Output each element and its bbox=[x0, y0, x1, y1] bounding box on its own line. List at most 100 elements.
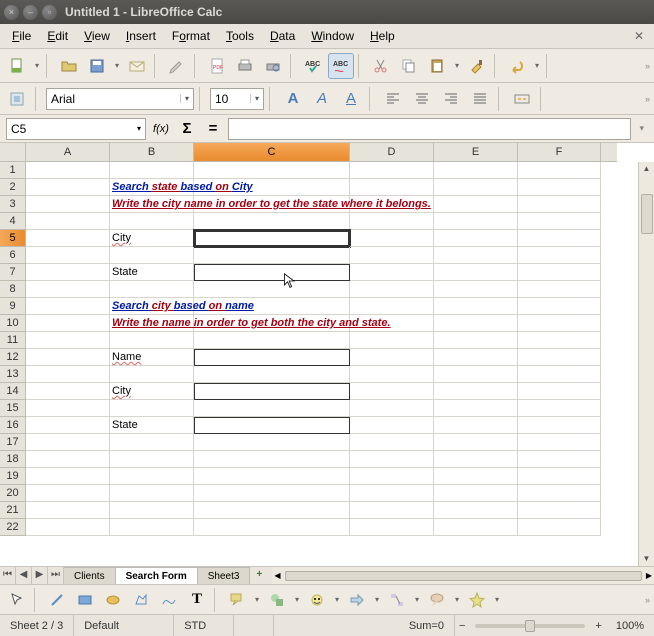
cell-E1[interactable] bbox=[434, 162, 518, 179]
bold-button[interactable]: A bbox=[280, 86, 306, 112]
cell-E18[interactable] bbox=[434, 451, 518, 468]
align-center-button[interactable] bbox=[409, 86, 435, 112]
cell-A5[interactable] bbox=[26, 230, 110, 247]
arrows-dropdown[interactable]: ▾ bbox=[372, 595, 382, 604]
cell-F11[interactable] bbox=[518, 332, 601, 349]
menu-format[interactable]: Format bbox=[164, 26, 218, 46]
cell-D12[interactable] bbox=[350, 349, 434, 366]
cell-E15[interactable] bbox=[434, 400, 518, 417]
cell-C11[interactable] bbox=[194, 332, 350, 349]
cell-B13[interactable] bbox=[110, 366, 194, 383]
vscroll-thumb[interactable] bbox=[641, 194, 653, 234]
cell-E10[interactable] bbox=[434, 315, 518, 332]
row-header-15[interactable]: 15 bbox=[0, 400, 26, 417]
cell-B5[interactable]: City bbox=[110, 230, 194, 247]
cell-A11[interactable] bbox=[26, 332, 110, 349]
cell-C5[interactable] bbox=[194, 230, 350, 247]
row-header-13[interactable]: 13 bbox=[0, 366, 26, 383]
cell-F4[interactable] bbox=[518, 213, 601, 230]
zoom-in-icon[interactable]: + bbox=[591, 620, 605, 632]
cell-D1[interactable] bbox=[350, 162, 434, 179]
tab-first-icon[interactable]: ⏮ bbox=[0, 567, 16, 584]
column-header-F[interactable]: F bbox=[518, 143, 601, 162]
shapes-dropdown[interactable]: ▾ bbox=[292, 595, 302, 604]
status-sheet[interactable]: Sheet 2 / 3 bbox=[0, 615, 74, 636]
cell-D2[interactable] bbox=[350, 179, 434, 196]
select-all-corner[interactable] bbox=[0, 143, 26, 162]
cell-E3[interactable] bbox=[434, 196, 518, 213]
sheet-tab-search-form[interactable]: Search Form bbox=[116, 567, 198, 584]
align-right-button[interactable] bbox=[438, 86, 464, 112]
cell-D19[interactable] bbox=[350, 468, 434, 485]
function-wizard-button[interactable]: f(x) bbox=[150, 116, 172, 142]
cell-F10[interactable] bbox=[518, 315, 601, 332]
cell-B11[interactable] bbox=[110, 332, 194, 349]
cell-F6[interactable] bbox=[518, 247, 601, 264]
font-name-combo[interactable]: Arial▾ bbox=[46, 88, 194, 110]
cell-C13[interactable] bbox=[194, 366, 350, 383]
cell-D5[interactable] bbox=[350, 230, 434, 247]
cell-E21[interactable] bbox=[434, 502, 518, 519]
cell-B14[interactable]: City bbox=[110, 383, 194, 400]
cell-E5[interactable] bbox=[434, 230, 518, 247]
toolbar-overflow-icon[interactable]: » bbox=[645, 61, 650, 71]
cell-C8[interactable] bbox=[194, 281, 350, 298]
email-button[interactable] bbox=[124, 53, 150, 79]
cell-D14[interactable] bbox=[350, 383, 434, 400]
row-header-6[interactable]: 6 bbox=[0, 247, 26, 264]
cell-reference-box[interactable]: C5▾ bbox=[6, 118, 146, 140]
formatbar-overflow-icon[interactable]: » bbox=[645, 94, 650, 104]
window-close-button[interactable]: × bbox=[4, 5, 19, 20]
cell-F16[interactable] bbox=[518, 417, 601, 434]
function-equals-button[interactable]: = bbox=[202, 116, 224, 142]
cell-B7[interactable]: State bbox=[110, 264, 194, 281]
ellipse-tool-button[interactable] bbox=[100, 587, 126, 613]
cell-B17[interactable] bbox=[110, 434, 194, 451]
cell-C17[interactable] bbox=[194, 434, 350, 451]
flowchart-button[interactable] bbox=[384, 587, 410, 613]
cell-E4[interactable] bbox=[434, 213, 518, 230]
row-header-3[interactable]: 3 bbox=[0, 196, 26, 213]
cell-E2[interactable] bbox=[434, 179, 518, 196]
font-size-combo[interactable]: 10▾ bbox=[210, 88, 264, 110]
sum-button[interactable]: Σ bbox=[176, 116, 198, 142]
open-button[interactable] bbox=[56, 53, 82, 79]
cell-C20[interactable] bbox=[194, 485, 350, 502]
cell-E20[interactable] bbox=[434, 485, 518, 502]
cell-F3[interactable] bbox=[518, 196, 601, 213]
status-style[interactable]: Default bbox=[74, 615, 174, 636]
cell-E6[interactable] bbox=[434, 247, 518, 264]
row-header-14[interactable]: 14 bbox=[0, 383, 26, 400]
symbol-dropdown[interactable]: ▾ bbox=[332, 595, 342, 604]
cell-D8[interactable] bbox=[350, 281, 434, 298]
document-close-icon[interactable]: ✕ bbox=[628, 29, 650, 43]
column-header-A[interactable]: A bbox=[26, 143, 110, 162]
callouts-button[interactable] bbox=[424, 587, 450, 613]
callouts-dropdown[interactable]: ▾ bbox=[452, 595, 462, 604]
callout-dropdown[interactable]: ▾ bbox=[252, 595, 262, 604]
sheet-tab-clients[interactable]: Clients bbox=[64, 567, 116, 584]
cell-E14[interactable] bbox=[434, 383, 518, 400]
underline-button[interactable]: A bbox=[338, 86, 364, 112]
row-header-4[interactable]: 4 bbox=[0, 213, 26, 230]
row-header-19[interactable]: 19 bbox=[0, 468, 26, 485]
cell-D6[interactable] bbox=[350, 247, 434, 264]
cell-A13[interactable] bbox=[26, 366, 110, 383]
cell-A10[interactable] bbox=[26, 315, 110, 332]
column-header-E[interactable]: E bbox=[434, 143, 518, 162]
italic-button[interactable]: A bbox=[309, 86, 335, 112]
edit-mode-button[interactable] bbox=[164, 53, 190, 79]
rectangle-tool-button[interactable] bbox=[72, 587, 98, 613]
cell-A16[interactable] bbox=[26, 417, 110, 434]
paste-dropdown[interactable]: ▾ bbox=[452, 61, 462, 70]
cell-F22[interactable] bbox=[518, 519, 601, 536]
vertical-scrollbar[interactable]: ▲ ▼ bbox=[638, 162, 654, 566]
row-header-5[interactable]: 5 bbox=[0, 230, 26, 247]
cell-E17[interactable] bbox=[434, 434, 518, 451]
symbol-shapes-button[interactable] bbox=[304, 587, 330, 613]
horizontal-scrollbar[interactable]: ◀ ▶ bbox=[272, 567, 654, 584]
flowchart-dropdown[interactable]: ▾ bbox=[412, 595, 422, 604]
column-header-D[interactable]: D bbox=[350, 143, 434, 162]
zoom-slider[interactable] bbox=[475, 624, 585, 628]
cell-D16[interactable] bbox=[350, 417, 434, 434]
